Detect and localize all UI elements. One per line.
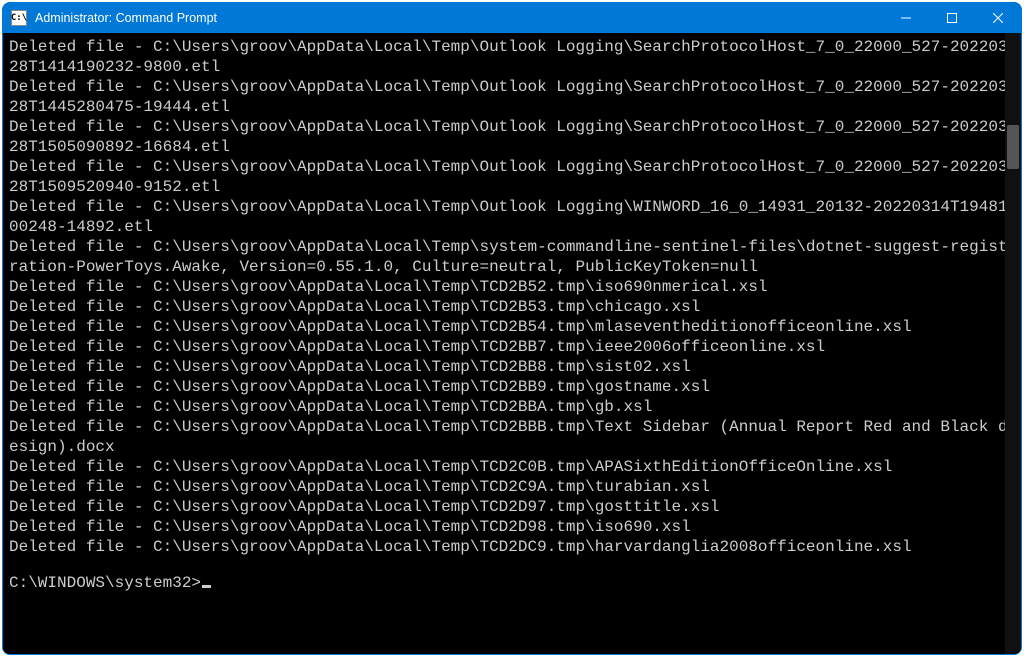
output-line: Deleted file - C:\Users\groov\AppData\Lo… [9,157,1015,197]
minimize-button[interactable] [883,3,929,33]
terminal-area: Deleted file - C:\Users\groov\AppData\Lo… [3,33,1021,654]
scrollbar-thumb[interactable] [1007,125,1019,169]
prompt-line[interactable]: C:\WINDOWS\system32> [9,573,1015,593]
window-title: Administrator: Command Prompt [35,11,217,25]
maximize-icon [947,13,957,23]
app-icon: C:\ [11,10,27,26]
output-line: Deleted file - C:\Users\groov\AppData\Lo… [9,37,1015,77]
output-line: Deleted file - C:\Users\groov\AppData\Lo… [9,377,1015,397]
prompt-text: C:\WINDOWS\system32> [9,574,201,592]
output-line: Deleted file - C:\Users\groov\AppData\Lo… [9,537,1015,557]
output-line: Deleted file - C:\Users\groov\AppData\Lo… [9,117,1015,157]
output-line: Deleted file - C:\Users\groov\AppData\Lo… [9,197,1015,237]
output-line: Deleted file - C:\Users\groov\AppData\Lo… [9,237,1015,277]
output-line: Deleted file - C:\Users\groov\AppData\Lo… [9,477,1015,497]
output-line: Deleted file - C:\Users\groov\AppData\Lo… [9,77,1015,117]
output-line: Deleted file - C:\Users\groov\AppData\Lo… [9,357,1015,377]
scrollbar-track[interactable] [1005,33,1021,654]
output-line: Deleted file - C:\Users\groov\AppData\Lo… [9,417,1015,457]
output-line: Deleted file - C:\Users\groov\AppData\Lo… [9,397,1015,417]
titlebar[interactable]: C:\ Administrator: Command Prompt [3,3,1021,33]
output-line: Deleted file - C:\Users\groov\AppData\Lo… [9,317,1015,337]
output-line: Deleted file - C:\Users\groov\AppData\Lo… [9,517,1015,537]
output-line: Deleted file - C:\Users\groov\AppData\Lo… [9,277,1015,297]
close-button[interactable] [975,3,1021,33]
command-prompt-window: C:\ Administrator: Command Prompt Delete… [2,2,1022,655]
maximize-button[interactable] [929,3,975,33]
output-line: Deleted file - C:\Users\groov\AppData\Lo… [9,297,1015,317]
close-icon [993,13,1003,23]
output-line: Deleted file - C:\Users\groov\AppData\Lo… [9,337,1015,357]
window-controls [883,3,1021,33]
terminal-output[interactable]: Deleted file - C:\Users\groov\AppData\Lo… [3,33,1021,654]
minimize-icon [901,13,911,23]
cursor [202,585,211,588]
output-line: Deleted file - C:\Users\groov\AppData\Lo… [9,457,1015,477]
output-line: Deleted file - C:\Users\groov\AppData\Lo… [9,497,1015,517]
